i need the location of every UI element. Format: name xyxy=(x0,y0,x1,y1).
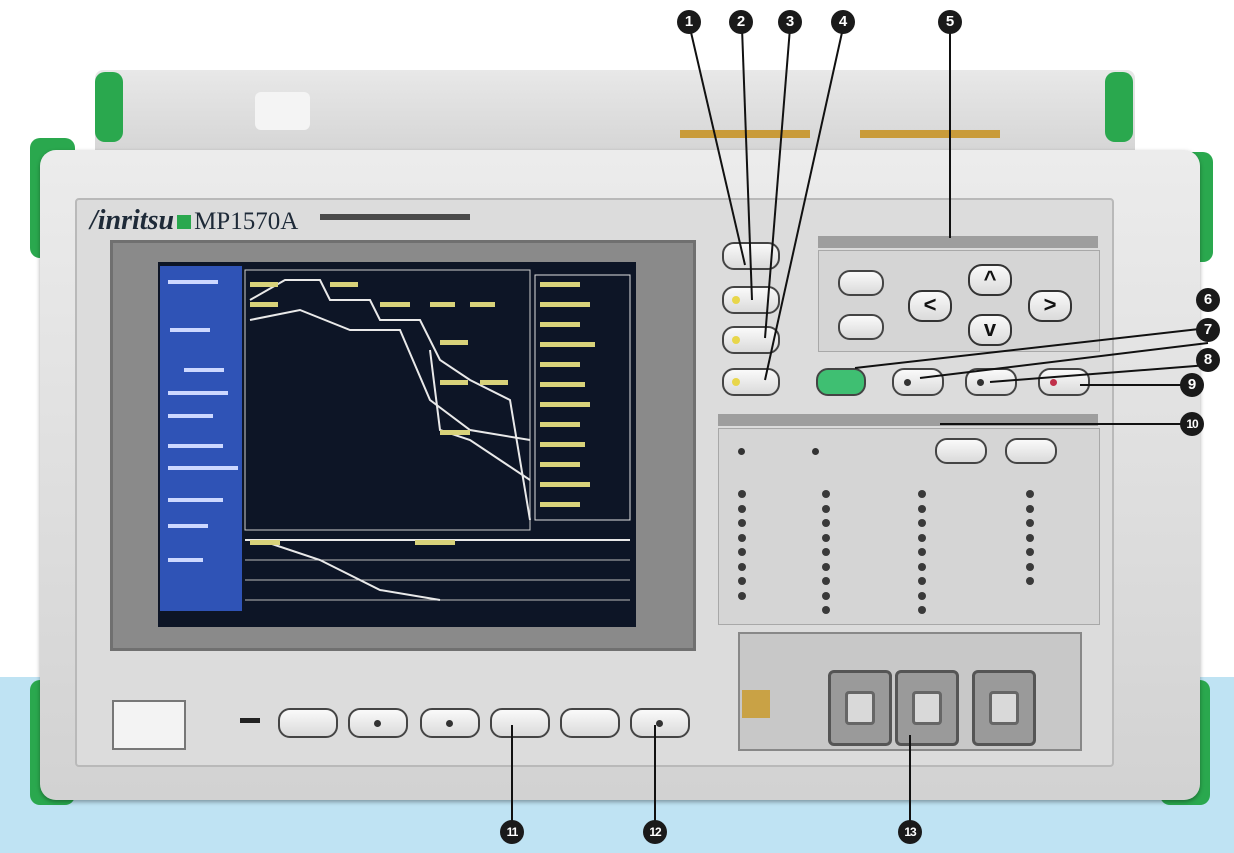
callout-13: 13 xyxy=(898,820,922,844)
callout-10: 10 xyxy=(1180,412,1204,436)
callout-8: 8 xyxy=(1196,348,1220,372)
callout-4: 4 xyxy=(831,10,855,34)
callout-11: 11 xyxy=(500,820,524,844)
callout-5: 5 xyxy=(938,10,962,34)
callout-3: 3 xyxy=(778,10,802,34)
callout-7: 7 xyxy=(1196,318,1220,342)
callout-12: 12 xyxy=(643,820,667,844)
callout-1: 1 xyxy=(677,10,701,34)
callout-leaders xyxy=(511,27,1209,828)
callout-6: 6 xyxy=(1196,288,1220,312)
callout-9: 9 xyxy=(1180,373,1204,397)
callout-2: 2 xyxy=(729,10,753,34)
